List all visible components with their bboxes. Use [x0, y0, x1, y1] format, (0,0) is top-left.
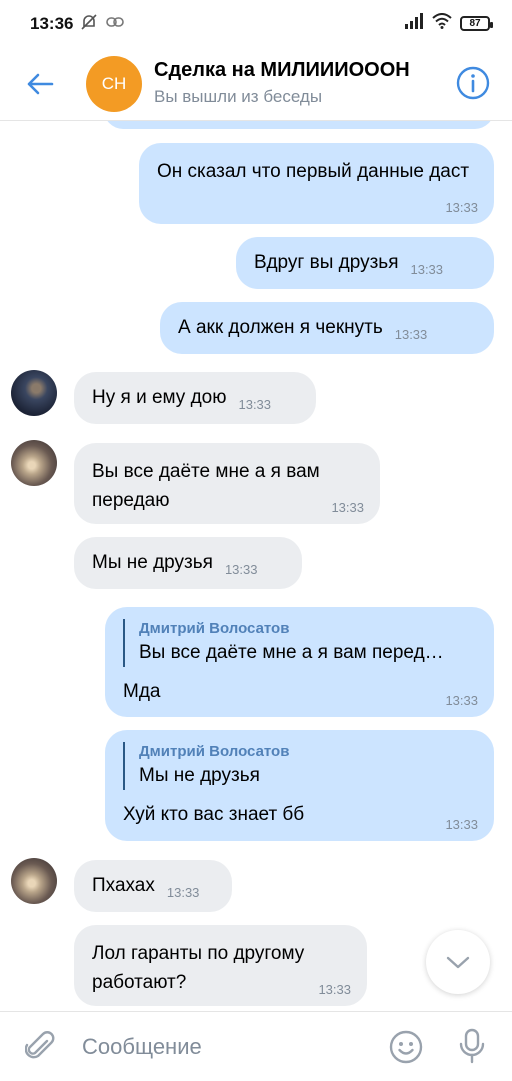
message-bubble[interactable]: Пхахах 13:33	[74, 860, 232, 912]
signal-icon	[404, 13, 424, 34]
message-list[interactable]: Он сказал что первый данные даст 13:33 В…	[0, 121, 512, 1011]
message-text: Вы все даёте мне а я вам передаю	[92, 461, 320, 511]
reply-quote[interactable]: Дмитрий Волосатов Вы все даёте мне а я в…	[123, 619, 476, 667]
chat-subtitle: Вы вышли из беседы	[154, 87, 323, 106]
message-bubble[interactable]: А акк должен я чекнуть 13:33	[160, 302, 494, 354]
message-text: Хуй кто вас знает бб	[123, 804, 305, 825]
message-bubble[interactable]: Дмитрий Волосатов Мы не друзья Хуй кто в…	[105, 730, 494, 841]
chevron-down-icon	[446, 956, 470, 969]
reply-text: Вы все даёте мне а я вам перед…	[139, 642, 444, 663]
message-time: 13:33	[410, 262, 444, 277]
message-text: Мы не друзья	[92, 552, 213, 573]
chat-header: СН Сделка на МИЛИИИОООН Вы вышли из бесе…	[0, 48, 512, 121]
message-bubble[interactable]: Вы все даёте мне а я вам передаю 13:33	[74, 443, 380, 524]
message-text: Мда	[123, 681, 161, 702]
status-bar: 13:36 87	[0, 0, 512, 48]
paperclip-icon	[25, 1031, 55, 1059]
message-text: А акк должен я чекнуть	[178, 317, 383, 338]
arrow-left-icon	[27, 73, 54, 95]
sender-avatar[interactable]	[11, 440, 57, 486]
microphone-button[interactable]	[452, 1026, 492, 1066]
wifi-icon	[432, 13, 452, 34]
link-icon	[106, 15, 124, 34]
chat-title[interactable]: Сделка на МИЛИИИОООН	[154, 59, 410, 82]
attach-button[interactable]	[20, 1026, 60, 1066]
message-bubble[interactable]: Ну я и ему дою 13:33	[74, 372, 316, 424]
message-time: 13:33	[445, 200, 478, 215]
info-button[interactable]	[452, 62, 494, 104]
sender-avatar[interactable]	[11, 370, 57, 416]
message-text: Пхахах	[92, 875, 155, 896]
message-time: 13:33	[238, 397, 272, 412]
chat-avatar[interactable]: СН	[86, 56, 142, 112]
message-time: 13:33	[224, 562, 258, 577]
message-time: 13:33	[318, 982, 351, 997]
reply-author: Дмитрий Волосатов	[139, 620, 290, 637]
smile-icon	[389, 1030, 423, 1064]
message-time: 13:33	[394, 327, 428, 342]
message-text: Лол гаранты по другому работают?	[92, 943, 305, 993]
reply-text: Мы не друзья	[139, 765, 260, 786]
notifications-off-icon	[80, 13, 98, 36]
reply-author: Дмитрий Волосатов	[139, 743, 290, 760]
message-bubble[interactable]: Лол гаранты по другому работают? 13:33	[74, 925, 367, 1006]
status-time: 13:36	[30, 14, 74, 33]
emoji-button[interactable]	[386, 1027, 426, 1067]
info-icon	[456, 66, 490, 100]
microphone-icon	[459, 1028, 485, 1064]
message-text: Ну я и ему дою	[92, 387, 227, 408]
reply-quote[interactable]: Дмитрий Волосатов Мы не друзья	[123, 742, 476, 790]
message-bubble[interactable]: Мы не друзья 13:33	[74, 537, 302, 589]
scroll-down-button[interactable]	[426, 930, 490, 994]
message-bubble[interactable]: Дмитрий Волосатов Вы все даёте мне а я в…	[105, 607, 494, 717]
message-time: 13:33	[445, 693, 478, 708]
message-text: Он сказал что первый данные даст	[157, 161, 470, 182]
message-bubble[interactable]: Он сказал что первый данные даст 13:33	[139, 143, 494, 224]
sender-avatar[interactable]	[11, 858, 57, 904]
battery-icon: 87	[460, 16, 493, 31]
message-bubble-partial[interactable]	[104, 121, 494, 129]
back-button[interactable]	[18, 62, 62, 106]
message-input[interactable]	[80, 1026, 374, 1068]
message-composer	[0, 1011, 512, 1081]
message-time: 13:33	[445, 817, 478, 832]
message-time: 13:33	[331, 500, 364, 515]
message-text: Вдруг вы друзья	[254, 252, 399, 273]
message-time: 13:33	[166, 885, 200, 900]
message-bubble[interactable]: Вдруг вы друзья 13:33	[236, 237, 494, 289]
